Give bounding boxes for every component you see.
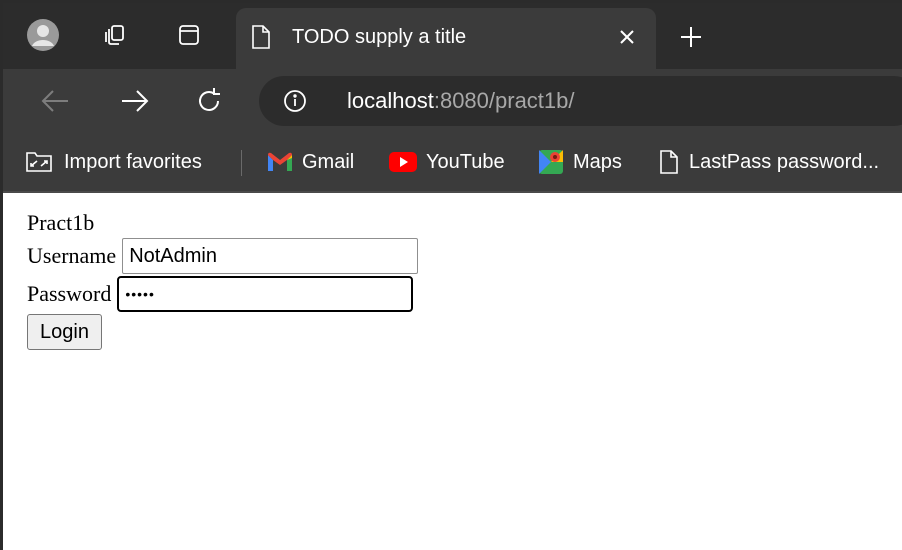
info-icon[interactable] bbox=[283, 89, 307, 118]
forward-icon[interactable] bbox=[117, 83, 153, 119]
username-field[interactable] bbox=[122, 238, 419, 274]
bookmark-label: Import favorites bbox=[64, 150, 202, 173]
bookmarks-bar: Import favorites Gmail YouTube Maps Last… bbox=[3, 133, 902, 193]
login-button[interactable]: Login bbox=[27, 314, 102, 350]
bookmark-gmail[interactable]: Gmail bbox=[267, 147, 354, 177]
plus-icon bbox=[681, 27, 701, 47]
browser-window: TODO supply a title localhost:8080/pract… bbox=[0, 0, 902, 550]
bookmark-label: Gmail bbox=[302, 150, 355, 173]
password-field[interactable] bbox=[117, 276, 414, 312]
toolbar: localhost:8080/pract1b/ bbox=[3, 69, 902, 133]
bookmark-label: LastPass password... bbox=[689, 150, 880, 173]
bookmark-label: Maps bbox=[573, 150, 622, 173]
username-label: Username bbox=[27, 243, 117, 268]
tab-active[interactable]: TODO supply a title bbox=[236, 8, 656, 69]
profile-avatar-icon[interactable] bbox=[25, 17, 61, 53]
vertical-tabs-icon[interactable] bbox=[171, 17, 207, 53]
bookmark-import-favorites[interactable]: Import favorites bbox=[25, 147, 202, 177]
address-bar[interactable]: localhost:8080/pract1b/ bbox=[259, 76, 902, 126]
bookmark-youtube[interactable]: YouTube bbox=[389, 147, 505, 177]
page-icon bbox=[250, 24, 272, 55]
back-icon[interactable] bbox=[37, 83, 73, 119]
page-icon bbox=[658, 149, 680, 175]
tab-strip: TODO supply a title bbox=[3, 3, 902, 69]
gmail-icon bbox=[267, 152, 293, 172]
bookmark-divider bbox=[241, 150, 242, 176]
username-row: Username bbox=[27, 238, 419, 274]
page-title: Pract1b bbox=[27, 210, 95, 235]
bookmark-lastpass[interactable]: LastPass password... bbox=[658, 147, 879, 177]
url-path: :8080/pract1b/ bbox=[433, 88, 575, 113]
refresh-icon[interactable] bbox=[191, 83, 227, 119]
import-favorites-icon bbox=[25, 149, 55, 175]
tab-title: TODO supply a title bbox=[292, 26, 467, 48]
bookmark-label: YouTube bbox=[426, 150, 505, 173]
bookmark-maps[interactable]: Maps bbox=[538, 147, 622, 177]
youtube-icon bbox=[389, 152, 417, 172]
login-row: Login bbox=[27, 312, 418, 350]
maps-icon bbox=[538, 149, 564, 175]
password-label: Password bbox=[27, 281, 112, 306]
url-text: localhost:8080/pract1b/ bbox=[347, 88, 575, 114]
password-row: Password bbox=[27, 276, 418, 312]
new-tab-button[interactable] bbox=[675, 21, 707, 53]
close-icon[interactable] bbox=[612, 22, 642, 52]
page-content: Pract1b Username Password Login bbox=[27, 208, 419, 350]
workspaces-icon[interactable] bbox=[97, 17, 133, 53]
url-host: localhost bbox=[347, 88, 434, 113]
